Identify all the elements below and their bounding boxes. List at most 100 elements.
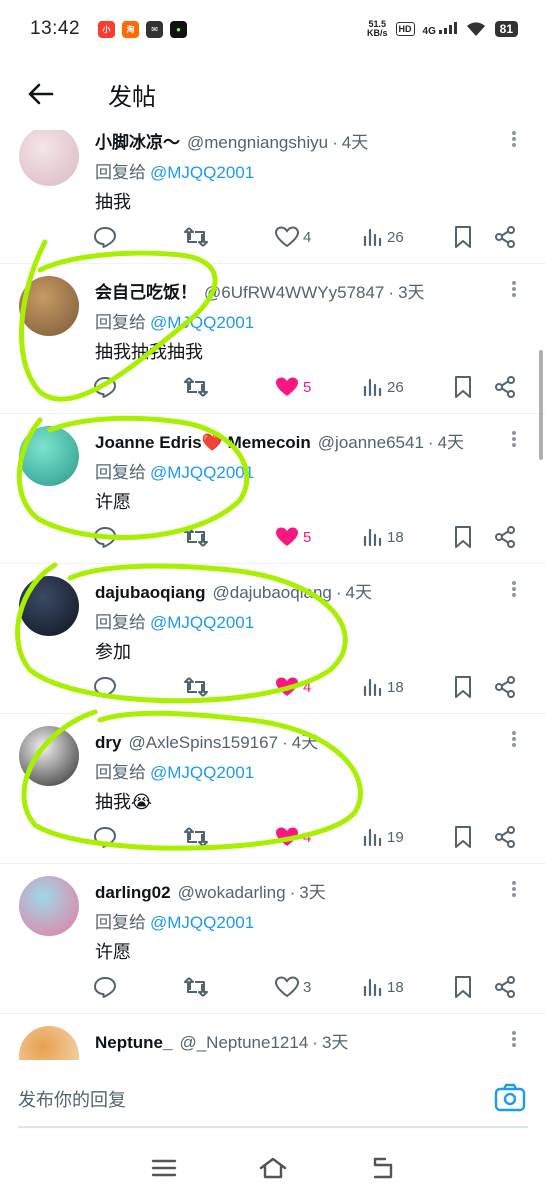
- reply-input[interactable]: [18, 1082, 488, 1118]
- more-options-button[interactable]: [506, 1028, 522, 1050]
- heart-icon: [275, 226, 299, 248]
- more-options-button[interactable]: [506, 428, 522, 450]
- bookmark-button[interactable]: [453, 522, 473, 552]
- share-button[interactable]: [493, 822, 517, 852]
- avatar[interactable]: [19, 130, 79, 186]
- camera-button[interactable]: [494, 1082, 526, 1114]
- views-button[interactable]: 26: [363, 372, 404, 402]
- user-handle[interactable]: @6UfRW4WWYy57847: [204, 283, 384, 303]
- mail-app-icon: ✉: [146, 20, 164, 38]
- user-handle[interactable]: @mengniangshiyu: [187, 133, 328, 153]
- back-button[interactable]: [0, 58, 80, 130]
- share-button[interactable]: [493, 222, 517, 252]
- mention-link[interactable]: @MJQQ2001: [150, 763, 254, 782]
- like-button[interactable]: 3: [275, 972, 311, 1002]
- view-count: 18: [387, 978, 404, 996]
- bookmark-button[interactable]: [453, 822, 473, 852]
- avatar[interactable]: [19, 876, 79, 936]
- bookmark-icon: [455, 526, 471, 548]
- user-name[interactable]: Joanne Edris❤️ Memecoin: [95, 433, 311, 453]
- like-button[interactable]: 4: [275, 222, 311, 252]
- tweet-item[interactable]: Neptune_ @_Neptune1214 · 3天: [0, 1014, 546, 1060]
- mention-link[interactable]: @MJQQ2001: [150, 613, 254, 632]
- share-button[interactable]: [493, 672, 517, 702]
- bookmark-button[interactable]: [453, 372, 473, 402]
- retweet-button[interactable]: [183, 222, 209, 252]
- like-button[interactable]: 4: [275, 672, 311, 702]
- avatar[interactable]: [19, 576, 79, 636]
- retweet-icon: [184, 377, 208, 397]
- reply-button[interactable]: [93, 822, 117, 852]
- green-app-icon: ●: [170, 20, 188, 38]
- bookmark-button[interactable]: [453, 972, 473, 1002]
- reply-button[interactable]: [93, 372, 117, 402]
- back-nav-button[interactable]: [362, 1148, 402, 1188]
- share-icon: [495, 226, 515, 248]
- more-dot-icon: [512, 593, 516, 597]
- views-button[interactable]: 18: [363, 972, 404, 1002]
- views-button[interactable]: 18: [363, 672, 404, 702]
- user-handle[interactable]: @dajubaoqiang: [213, 583, 332, 603]
- tweet-time: 4天: [341, 133, 369, 152]
- like-button[interactable]: 5: [275, 372, 311, 402]
- reply-button[interactable]: [93, 672, 117, 702]
- user-name[interactable]: Neptune_: [95, 1033, 172, 1053]
- reply-button[interactable]: [93, 972, 117, 1002]
- tweet-item[interactable]: dry @AxleSpins159167 · 4天 回复给 @MJQQ2001 抽我😭 4 19: [0, 714, 546, 864]
- user-handle[interactable]: @joanne6541: [318, 433, 424, 453]
- mention-link[interactable]: @MJQQ2001: [150, 163, 254, 182]
- avatar[interactable]: [19, 1026, 79, 1060]
- menu-button[interactable]: [144, 1148, 184, 1188]
- view-count: 26: [387, 228, 404, 246]
- mention-link[interactable]: @MJQQ2001: [150, 463, 254, 482]
- more-options-button[interactable]: [506, 578, 522, 600]
- reply-button[interactable]: [93, 522, 117, 552]
- avatar[interactable]: [19, 276, 79, 336]
- user-name[interactable]: dajubaoqiang: [95, 583, 206, 603]
- home-button[interactable]: [253, 1148, 293, 1188]
- share-button[interactable]: [493, 972, 517, 1002]
- mention-link[interactable]: @MJQQ2001: [150, 313, 254, 332]
- user-name[interactable]: darling02: [95, 883, 171, 903]
- avatar[interactable]: [19, 426, 79, 486]
- bookmark-button[interactable]: [453, 672, 473, 702]
- share-icon: [495, 826, 515, 848]
- more-dot-icon: [512, 731, 516, 735]
- like-button[interactable]: 5: [275, 522, 311, 552]
- more-options-button[interactable]: [506, 130, 522, 150]
- tweet-item[interactable]: Joanne Edris❤️ Memecoin @joanne6541 · 4天 回复给…: [0, 414, 546, 564]
- bookmark-button[interactable]: [453, 222, 473, 252]
- reply-prefix: 回复给: [95, 913, 146, 932]
- tweet-item[interactable]: dajubaoqiang @dajubaoqiang · 4天 回复给 @MJQQ2001…: [0, 564, 546, 714]
- more-options-button[interactable]: [506, 728, 522, 750]
- retweet-button[interactable]: [183, 522, 209, 552]
- avatar[interactable]: [19, 726, 79, 786]
- retweet-button[interactable]: [183, 672, 209, 702]
- more-options-button[interactable]: [506, 878, 522, 900]
- scrollbar[interactable]: [539, 350, 543, 460]
- tweet-item[interactable]: 会自己吃饭！ @6UfRW4WWYy57847 · 3天 回复给 @MJQQ2001 抽我抽…: [0, 264, 546, 414]
- more-options-button[interactable]: [506, 278, 522, 300]
- user-handle[interactable]: @wokadarling: [178, 883, 286, 903]
- more-dot-icon: [512, 287, 516, 291]
- like-button[interactable]: 4: [275, 822, 311, 852]
- reply-button[interactable]: [93, 222, 117, 252]
- user-handle[interactable]: @AxleSpins159167: [128, 733, 278, 753]
- user-handle[interactable]: @_Neptune1214: [179, 1033, 308, 1053]
- retweet-button[interactable]: [183, 822, 209, 852]
- user-name[interactable]: dry: [95, 733, 121, 753]
- tweet-item[interactable]: 小脚冰凉〜 @mengniangshiyu · 4天 回复给 @MJQQ2001 抽我 4 26: [0, 130, 546, 264]
- mention-link[interactable]: @MJQQ2001: [150, 913, 254, 932]
- retweet-button[interactable]: [183, 372, 209, 402]
- user-name[interactable]: 小脚冰凉〜: [95, 130, 180, 153]
- views-button[interactable]: 19: [363, 822, 404, 852]
- share-button[interactable]: [493, 372, 517, 402]
- retweet-button[interactable]: [183, 972, 209, 1002]
- user-name[interactable]: 会自己吃饭！: [95, 278, 197, 303]
- share-button[interactable]: [493, 522, 517, 552]
- tweet-item[interactable]: darling02 @wokadarling · 3天 回复给 @MJQQ2001 许愿 3 1…: [0, 864, 546, 1014]
- views-button[interactable]: 18: [363, 522, 404, 552]
- taobao-app-icon: 淘: [122, 20, 140, 38]
- views-button[interactable]: 26: [363, 222, 404, 252]
- composer-divider: [18, 1126, 528, 1128]
